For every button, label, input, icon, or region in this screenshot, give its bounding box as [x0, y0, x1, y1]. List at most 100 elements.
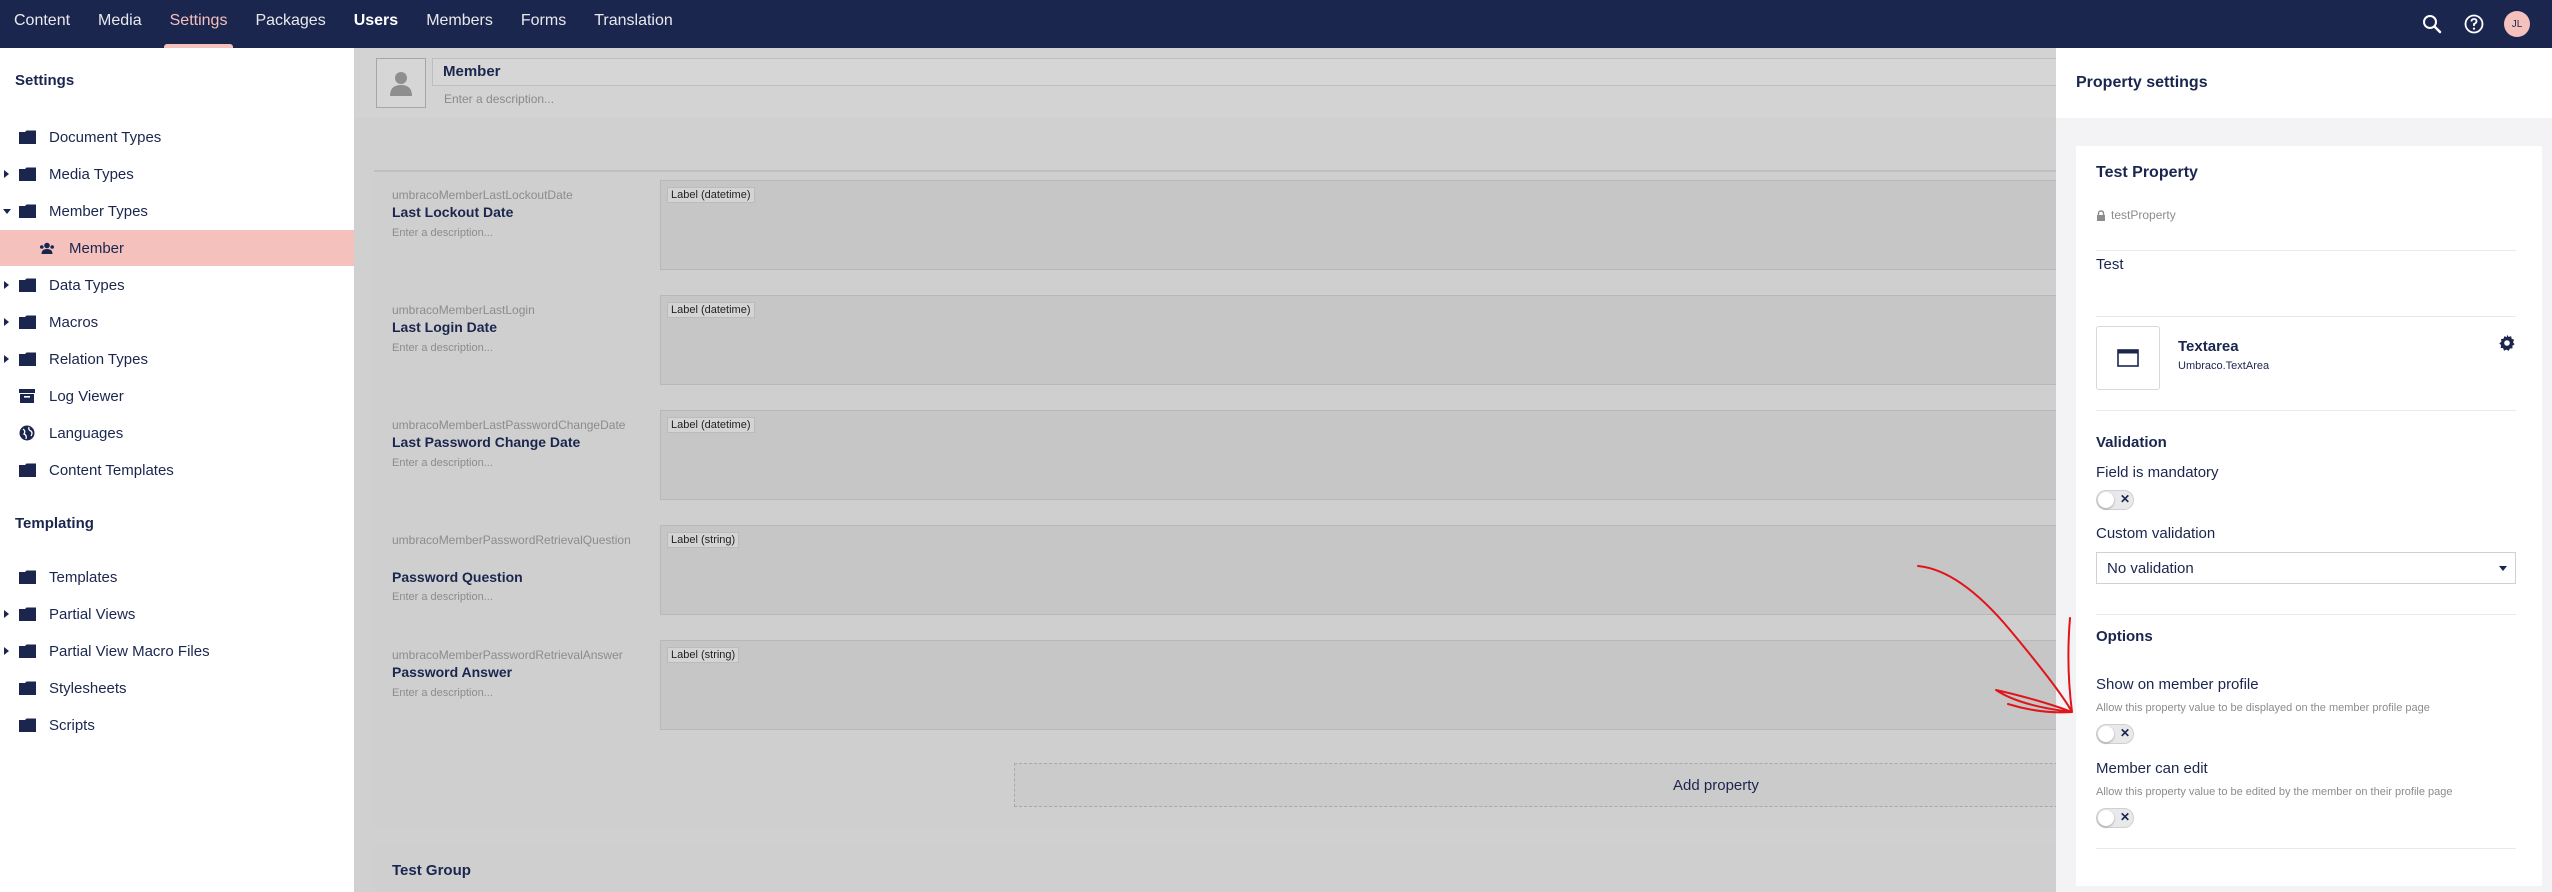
property-editor-preview[interactable]: Label (datetime)	[660, 295, 2070, 385]
users-icon	[38, 240, 56, 256]
lock-icon[interactable]	[2096, 209, 2106, 221]
editor-alias: Umbraco.TextArea	[2178, 360, 2270, 372]
tree-item-scripts[interactable]: Scripts	[0, 707, 354, 743]
editor-thumbnail[interactable]	[2096, 326, 2160, 390]
tree-item-document-types[interactable]: Document Types	[0, 119, 354, 155]
expand-caret-icon[interactable]	[4, 281, 9, 289]
validation-heading: Validation	[2096, 434, 2167, 451]
collapse-caret-icon[interactable]	[3, 208, 11, 214]
member-can-edit-label: Member can edit	[2096, 760, 2208, 777]
show-on-profile-label: Show on member profile	[2096, 676, 2259, 693]
templating-section-title: Templating	[15, 515, 94, 532]
top-right-tools: JL	[2420, 0, 2552, 48]
property-description-input[interactable]: Test	[2096, 256, 2124, 273]
tree-item-label: Scripts	[49, 716, 95, 734]
tree-item-data-types[interactable]: Data Types	[0, 267, 354, 303]
mandatory-label: Field is mandatory	[2096, 464, 2219, 481]
property-row[interactable]: umbracoMemberLastLockoutDate Last Lockou…	[374, 180, 2070, 288]
expand-caret-icon[interactable]	[4, 170, 9, 178]
folder-icon	[18, 569, 36, 585]
tree-item-member-types[interactable]: Member Types	[0, 193, 354, 229]
tree-item-label: Content Templates	[49, 461, 174, 479]
member-type-name-input[interactable]: Member	[432, 58, 2062, 86]
toggle-knob	[2098, 810, 2114, 826]
tree-item-stylesheets[interactable]: Stylesheets	[0, 670, 354, 706]
group-title[interactable]: Test Group	[392, 862, 471, 879]
expand-caret-icon[interactable]	[4, 647, 9, 655]
member-type-editor: Member Enter a description... umbracoMem…	[354, 48, 2418, 892]
help-icon[interactable]	[2462, 12, 2486, 36]
tree-item-media-types[interactable]: Media Types	[0, 156, 354, 192]
property-settings-panel: Property settings Test Property testProp…	[2056, 48, 2552, 892]
tree-item-macros[interactable]: Macros	[0, 304, 354, 340]
tree-item-member[interactable]: Member	[0, 230, 354, 266]
divider	[2096, 410, 2516, 411]
select-value: No validation	[2107, 560, 2194, 577]
nav-media[interactable]: Media	[84, 0, 156, 48]
editor-label: Label (datetime)	[667, 302, 755, 318]
property-description: Enter a description...	[392, 591, 493, 603]
nav-users[interactable]: Users	[340, 0, 412, 48]
toggle-knob	[2098, 726, 2114, 742]
property-description: Enter a description...	[392, 342, 493, 354]
search-icon[interactable]	[2420, 12, 2444, 36]
folder-icon	[18, 129, 36, 145]
expand-caret-icon[interactable]	[4, 355, 9, 363]
main-nav: Content Media Settings Packages Users Me…	[0, 0, 687, 48]
tree-item-partial-views[interactable]: Partial Views	[0, 596, 354, 632]
tree-item-label: Languages	[49, 424, 124, 442]
property-row[interactable]: umbracoMemberPasswordRetrievalAnswer Pas…	[374, 640, 2070, 748]
divider	[2096, 316, 2516, 317]
property-alias-text: testProperty	[2111, 208, 2176, 222]
nav-forms[interactable]: Forms	[507, 0, 580, 48]
member-type-description-input[interactable]: Enter a description...	[444, 92, 554, 106]
editor-name[interactable]: Textarea	[2178, 338, 2239, 355]
nav-members[interactable]: Members	[412, 0, 507, 48]
gear-icon[interactable]	[2498, 334, 2516, 352]
close-icon: ✕	[2120, 726, 2131, 740]
tree-item-log-viewer[interactable]: Log Viewer	[0, 378, 354, 414]
member-can-edit-toggle[interactable]: ✕	[2096, 808, 2134, 828]
test-group-section: Test Group	[374, 846, 2064, 892]
custom-validation-select[interactable]: No validation	[2096, 552, 2516, 584]
property-editor-preview[interactable]: Label (datetime)	[660, 180, 2070, 270]
member-icon-picker[interactable]	[376, 58, 426, 108]
folder-icon	[18, 606, 36, 622]
tree-item-label: Document Types	[49, 128, 162, 146]
editor-header: Member Enter a description...	[354, 48, 2062, 118]
tree-item-relation-types[interactable]: Relation Types	[0, 341, 354, 377]
panel-header: Property settings	[2056, 48, 2552, 118]
show-on-profile-toggle[interactable]: ✕	[2096, 724, 2134, 744]
settings-section-title: Settings	[15, 72, 75, 89]
nav-content[interactable]: Content	[0, 0, 84, 48]
expand-caret-icon[interactable]	[4, 610, 9, 618]
property-row[interactable]: umbracoMemberLastPasswordChangeDate Last…	[374, 410, 2070, 518]
divider	[2096, 250, 2516, 251]
property-alias-field[interactable]: testProperty	[2096, 208, 2176, 222]
folder-icon	[18, 717, 36, 733]
editor-label: Label (string)	[667, 532, 740, 548]
property-name-input[interactable]: Test Property	[2096, 164, 2198, 182]
folder-icon	[18, 166, 36, 182]
options-heading: Options	[2096, 628, 2153, 645]
user-avatar[interactable]: JL	[2504, 11, 2530, 37]
editor-label: Label (string)	[667, 647, 740, 663]
mandatory-toggle[interactable]: ✕	[2096, 490, 2134, 510]
textarea-icon	[2117, 349, 2139, 367]
property-editor-preview[interactable]: Label (datetime)	[660, 410, 2070, 500]
tree-item-templates[interactable]: Templates	[0, 559, 354, 595]
nav-settings[interactable]: Settings	[156, 0, 242, 48]
tree-item-content-templates[interactable]: Content Templates	[0, 452, 354, 488]
property-editor-preview[interactable]: Label (string)	[660, 525, 2070, 615]
property-settings-card: Test Property testProperty Test Textarea…	[2076, 146, 2542, 886]
tree-item-partial-view-macro-files[interactable]: Partial View Macro Files	[0, 633, 354, 669]
nav-translation[interactable]: Translation	[580, 0, 687, 48]
property-alias: umbracoMemberLastLogin	[392, 303, 535, 317]
tree-item-languages[interactable]: Languages	[0, 415, 354, 451]
property-row[interactable]: umbracoMemberLastLogin Last Login Date E…	[374, 295, 2070, 403]
expand-caret-icon[interactable]	[4, 318, 9, 326]
property-editor-preview[interactable]: Label (string)	[660, 640, 2070, 730]
property-alias: umbracoMemberLastLockoutDate	[392, 188, 573, 202]
property-row[interactable]: umbracoMemberPasswordRetrievalQuestion P…	[374, 525, 2070, 633]
nav-packages[interactable]: Packages	[241, 0, 339, 48]
